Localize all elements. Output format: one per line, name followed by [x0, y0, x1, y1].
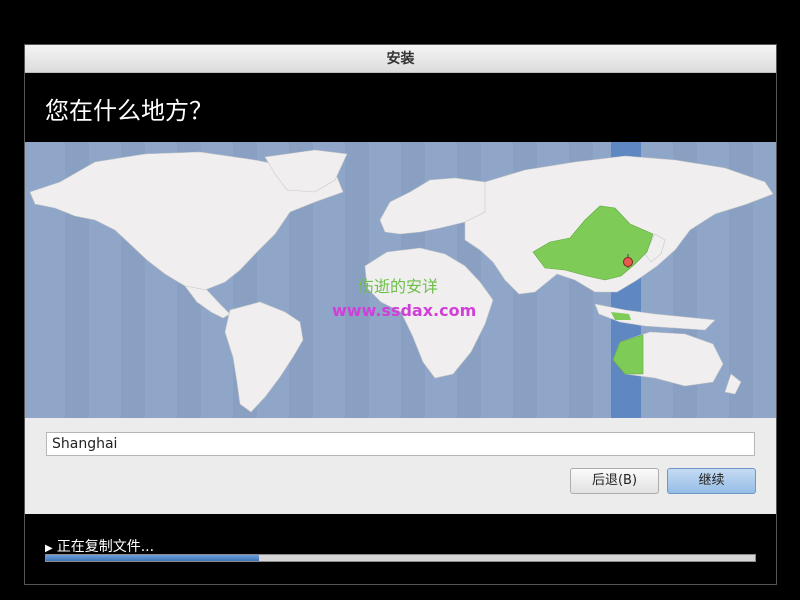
content-area: 后退(B) 继续: [25, 418, 776, 514]
watermark-url: www.ssdax.com: [332, 301, 477, 320]
window-titlebar[interactable]: 安装: [25, 45, 776, 73]
progress-bar-fill: [46, 555, 259, 561]
continue-button[interactable]: 继续: [667, 468, 756, 494]
status-text: 正在复制文件...: [56, 539, 155, 555]
status-area: ▶ 正在复制文件...: [25, 514, 776, 584]
timezone-map[interactable]: 伤逝的安详 www.ssdax.com: [25, 142, 776, 418]
installer-window: 安装 您在什么地方？ 伤逝的安详 www.ssdax.com Shanghai …: [24, 44, 777, 585]
back-button[interactable]: 后退(B): [570, 468, 659, 494]
watermark-cn: 伤逝的安详: [358, 277, 439, 296]
timezone-input[interactable]: [46, 432, 755, 456]
progress-bar: [45, 554, 756, 562]
expand-triangle-icon[interactable]: ▶: [45, 543, 53, 554]
page-title: 您在什么地方？: [45, 97, 213, 125]
status-expander[interactable]: ▶ 正在复制文件...: [45, 536, 154, 556]
